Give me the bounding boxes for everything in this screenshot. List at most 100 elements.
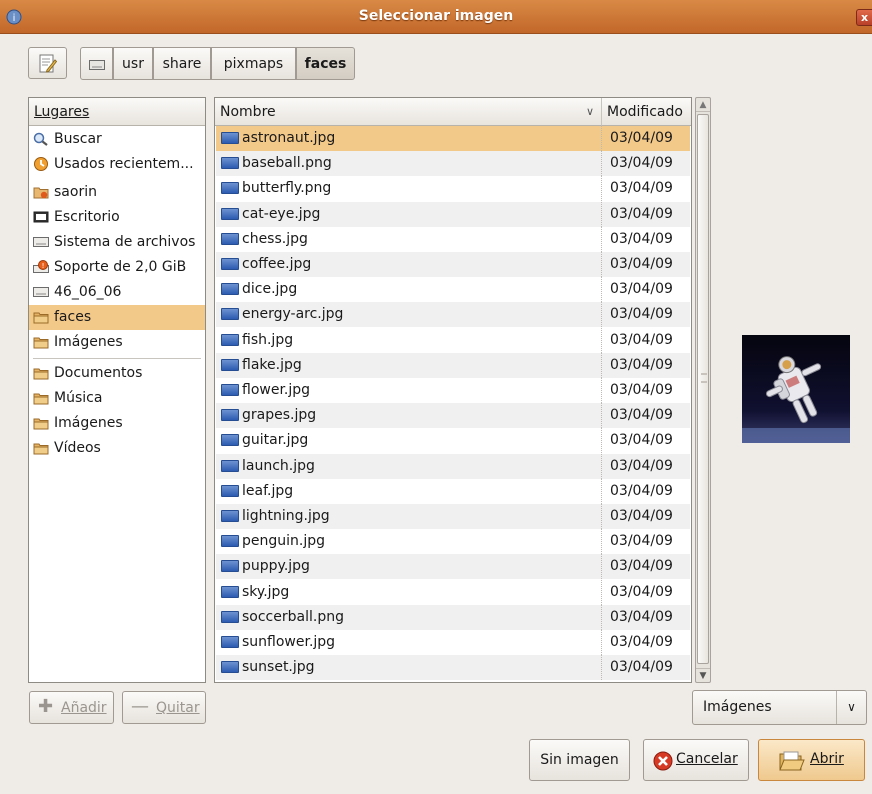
file-row[interactable]: soccerball.png 03/04/09 xyxy=(216,604,690,630)
remove-bookmark-button[interactable]: — Quitar xyxy=(122,691,206,724)
path-segment-usr[interactable]: usr xyxy=(113,47,153,80)
file-modified-date: 03/04/09 xyxy=(610,457,673,474)
home-folder-icon xyxy=(33,187,49,199)
file-name: flake.jpg xyxy=(242,356,302,373)
image-file-icon xyxy=(221,132,239,144)
image-file-icon xyxy=(221,358,239,371)
sidebar-item-im-genes[interactable]: Imágenes xyxy=(29,330,205,355)
file-modified-date: 03/04/09 xyxy=(610,130,673,146)
file-row[interactable]: flower.jpg 03/04/09 xyxy=(216,378,690,403)
bookmark-item-m-sica[interactable]: Música xyxy=(29,386,205,411)
file-row[interactable]: sky.jpg 03/04/09 xyxy=(216,579,690,605)
file-row[interactable]: penguin.jpg 03/04/09 xyxy=(216,529,690,555)
name-column-header[interactable]: Nombre ∨ xyxy=(215,98,602,126)
folder-icon xyxy=(33,368,49,380)
file-row[interactable]: flake.jpg 03/04/09 xyxy=(216,352,690,378)
file-row[interactable]: leaf.jpg 03/04/09 xyxy=(216,478,690,504)
folder-icon xyxy=(33,337,49,349)
add-bookmark-button[interactable]: ✚ Añadir xyxy=(29,691,114,724)
column-divider xyxy=(601,478,602,504)
search-icon xyxy=(33,132,48,146)
path-root-button[interactable] xyxy=(80,47,113,80)
sidebar-item-label: Soporte de 2,0 GiB xyxy=(54,259,187,275)
column-divider xyxy=(601,327,602,353)
places-header[interactable]: Lugares xyxy=(29,98,205,126)
places-separator xyxy=(33,358,201,359)
sidebar-item-label: Escritorio xyxy=(54,209,120,225)
file-modified-date: 03/04/09 xyxy=(610,634,673,650)
file-row[interactable]: energy-arc.jpg 03/04/09 xyxy=(216,302,690,328)
sidebar-item-sistema-de-archivos[interactable]: Sistema de archivos xyxy=(29,230,205,255)
sidebar-item-saorin[interactable]: saorin xyxy=(29,180,205,205)
sidebar-item-buscar[interactable]: Buscar xyxy=(29,127,205,152)
sidebar-item-label: Sistema de archivos xyxy=(54,234,196,250)
file-row[interactable]: lightning.jpg 03/04/09 xyxy=(216,504,690,529)
image-file-icon xyxy=(221,636,239,648)
bookmark-item-label: Imágenes xyxy=(54,415,123,431)
no-image-button[interactable]: Sin imagen xyxy=(529,739,630,781)
bookmark-item-im-genes[interactable]: Imágenes xyxy=(29,411,205,436)
file-row[interactable]: sunset.jpg 03/04/09 xyxy=(216,655,690,681)
scroll-up-arrow-icon[interactable]: ▲ xyxy=(696,98,710,112)
modified-column-header[interactable]: Modificado xyxy=(602,98,691,126)
file-modified-date: 03/04/09 xyxy=(610,533,673,550)
image-file-icon xyxy=(221,560,239,573)
column-divider xyxy=(601,554,602,580)
folder-icon xyxy=(33,418,49,430)
sidebar-item-soporte-de-2-0-gib[interactable]: ! Soporte de 2,0 GiB xyxy=(29,255,205,280)
file-row[interactable]: guitar.jpg 03/04/09 xyxy=(216,428,690,454)
file-row[interactable]: baseball.png 03/04/09 xyxy=(216,151,690,177)
file-row[interactable]: grapes.jpg 03/04/09 xyxy=(216,403,690,429)
path-segment-faces[interactable]: faces xyxy=(296,47,355,80)
column-divider xyxy=(601,579,602,605)
file-name: chess.jpg xyxy=(242,230,308,247)
image-file-icon xyxy=(221,510,239,522)
sidebar-item-46-06-06[interactable]: 46_06_06 xyxy=(29,280,205,305)
add-icon: ✚ xyxy=(38,696,54,717)
file-list-scrollbar[interactable]: ▲ ▼ xyxy=(695,97,711,683)
bookmark-item-v-deos[interactable]: Vídeos xyxy=(29,436,205,461)
type-location-button[interactable] xyxy=(28,47,67,79)
column-divider xyxy=(601,630,602,655)
file-row[interactable]: chess.jpg 03/04/09 xyxy=(216,226,690,252)
titlebar: i Seleccionar imagen x xyxy=(0,0,872,34)
file-row[interactable]: fish.jpg 03/04/09 xyxy=(216,327,690,353)
svg-text:!: ! xyxy=(42,262,45,270)
file-row[interactable]: puppy.jpg 03/04/09 xyxy=(216,554,690,580)
file-name: butterfly.png xyxy=(242,180,332,197)
file-modified-date: 03/04/09 xyxy=(610,558,673,575)
file-row[interactable]: dice.jpg 03/04/09 xyxy=(216,277,690,303)
image-file-icon xyxy=(221,232,239,245)
column-divider xyxy=(601,201,602,227)
file-row[interactable]: butterfly.png 03/04/09 xyxy=(216,176,690,202)
file-type-filter[interactable]: Imágenes ∨ xyxy=(692,690,867,725)
path-segment-pixmaps[interactable]: pixmaps xyxy=(211,47,296,80)
close-button[interactable]: x xyxy=(856,9,872,26)
file-row[interactable]: coffee.jpg 03/04/09 xyxy=(216,252,690,277)
sidebar-item-label: 46_06_06 xyxy=(54,284,122,300)
column-divider xyxy=(601,226,602,252)
sidebar-item-usados-recientem-[interactable]: Usados recientem... xyxy=(29,152,205,177)
path-segment-share[interactable]: share xyxy=(153,47,211,80)
file-name: soccerball.png xyxy=(242,608,344,625)
bookmark-item-documentos[interactable]: Documentos xyxy=(29,361,205,386)
file-modified-date: 03/04/09 xyxy=(610,256,673,272)
file-row[interactable]: cat-eye.jpg 03/04/09 xyxy=(216,201,690,227)
sidebar-item-faces[interactable]: faces xyxy=(29,305,205,330)
file-name: baseball.png xyxy=(242,155,332,172)
cancel-button[interactable]: Cancelar xyxy=(643,739,749,781)
file-row[interactable]: launch.jpg 03/04/09 xyxy=(216,453,690,479)
image-file-icon xyxy=(221,182,239,195)
file-row[interactable]: sunflower.jpg 03/04/09 xyxy=(216,630,690,655)
file-name: lightning.jpg xyxy=(242,508,330,524)
open-folder-icon xyxy=(779,751,805,771)
file-name: flower.jpg xyxy=(242,382,311,398)
file-row[interactable]: astronaut.jpg 03/04/09 xyxy=(216,126,690,151)
image-preview xyxy=(742,335,850,443)
scroll-down-arrow-icon[interactable]: ▼ xyxy=(696,668,710,682)
drive-icon xyxy=(33,287,49,297)
column-divider xyxy=(601,252,602,277)
scrollbar-thumb[interactable] xyxy=(697,114,709,664)
sidebar-item-escritorio[interactable]: Escritorio xyxy=(29,205,205,230)
open-button[interactable]: Abrir xyxy=(758,739,865,781)
